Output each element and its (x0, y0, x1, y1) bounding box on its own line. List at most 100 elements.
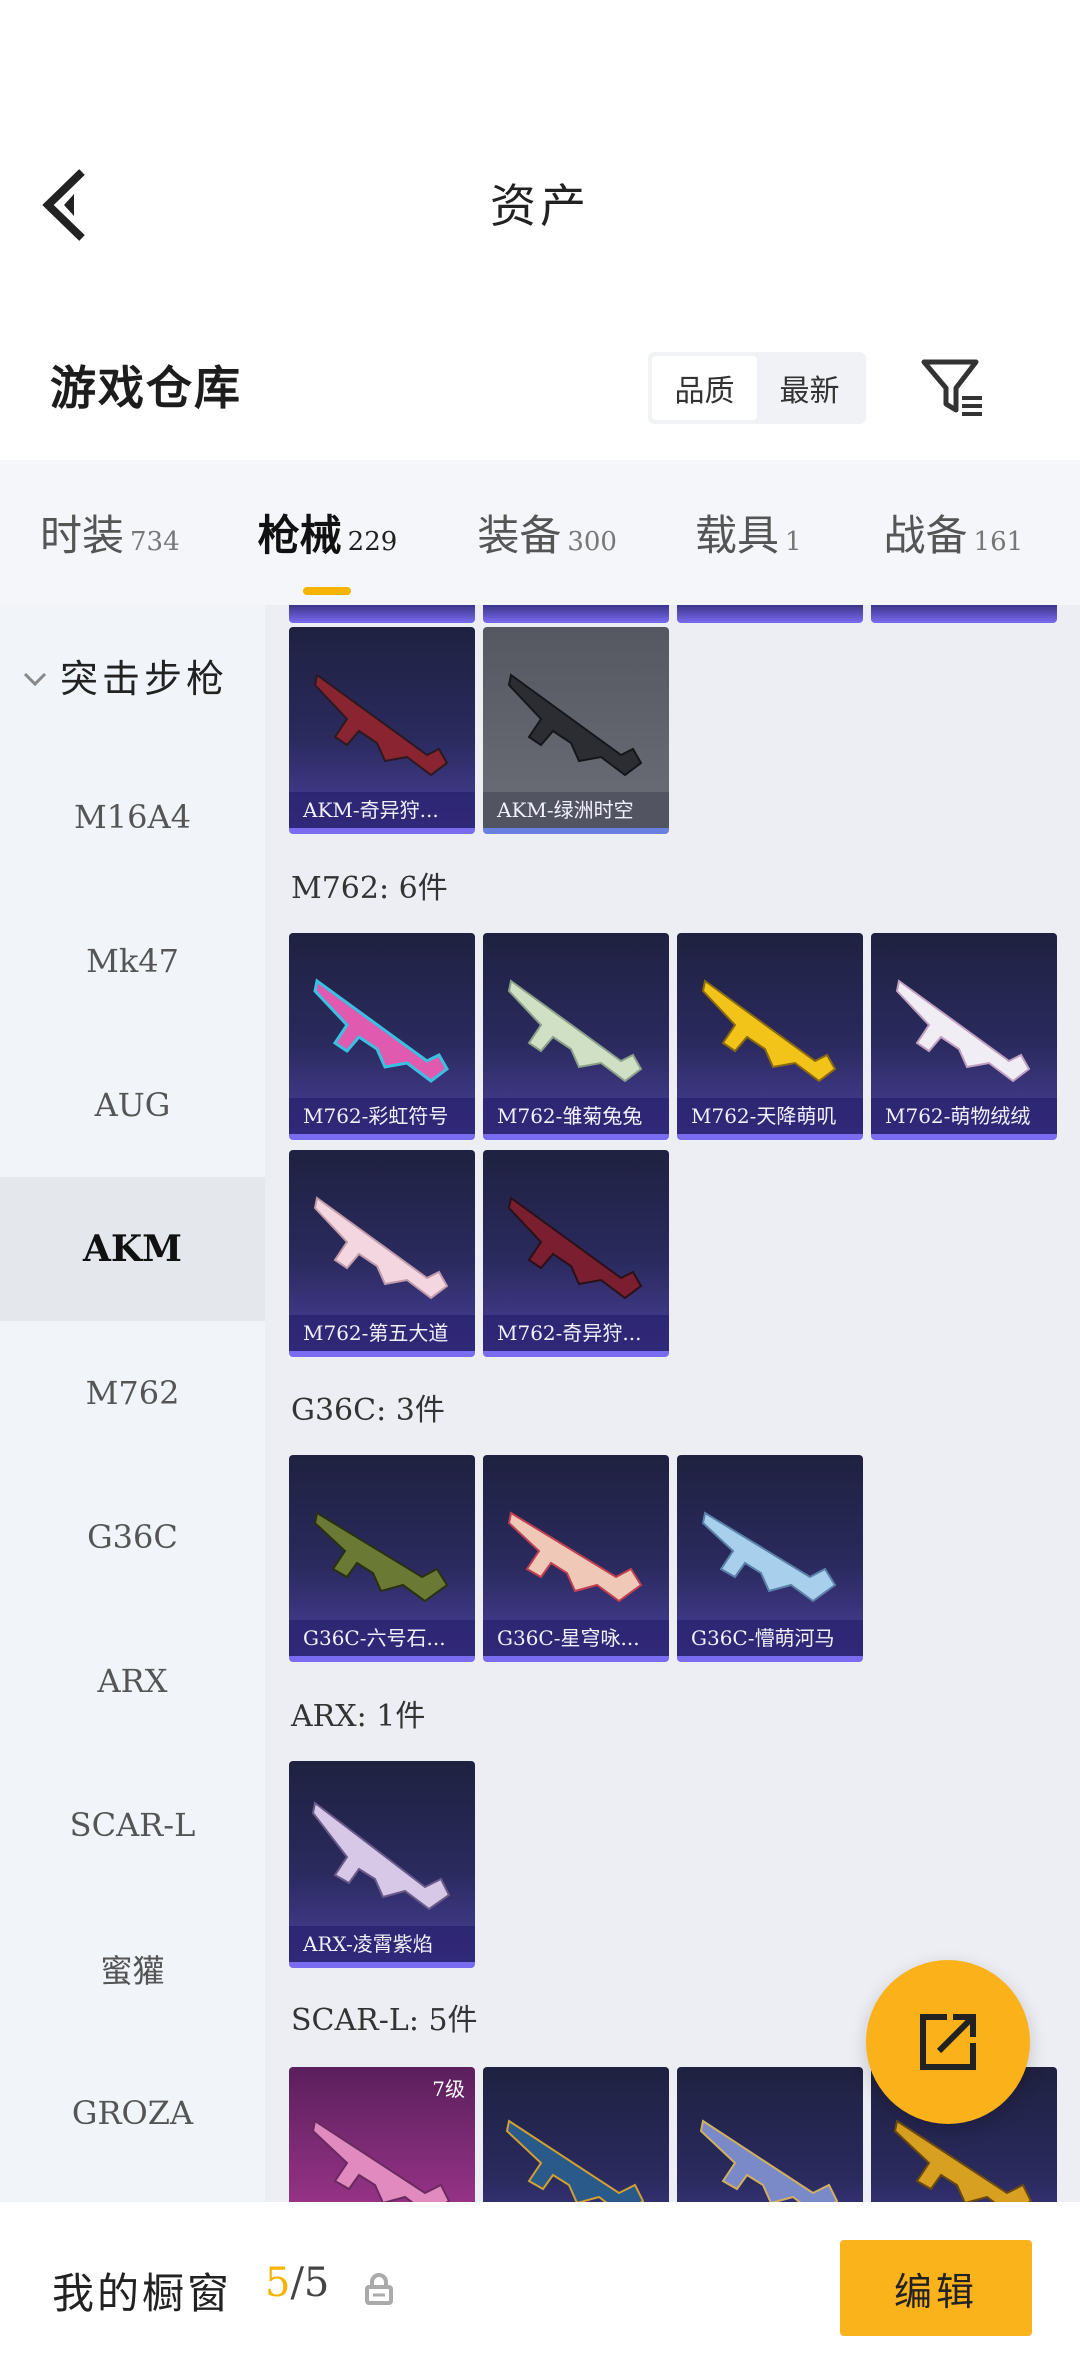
sidebar-item-m762[interactable]: M762 (0, 1321, 265, 1465)
showcase-count-total: /5 (290, 2260, 330, 2306)
sidebar-item-scar-l[interactable]: SCAR-L (0, 1753, 265, 1897)
section-label-m762: M762: 6件 (291, 871, 448, 906)
skin-card[interactable]: M762-天降萌叽 (677, 933, 863, 1140)
rifle-icon (311, 1801, 451, 1911)
skin-name: M762-雏菊兔兔 (483, 1098, 669, 1134)
sidebar-item-aug[interactable]: AUG (0, 1033, 265, 1177)
tab-count: 161 (973, 527, 1024, 557)
sidebar-item-arx[interactable]: ARX (0, 1609, 265, 1753)
sort-toggle: 品质 最新 (648, 352, 866, 424)
tab-equipment[interactable]: 装备 300 (477, 502, 617, 563)
tab-count: 734 (130, 527, 180, 557)
skin-card[interactable]: M762-彩虹符号 (289, 933, 475, 1140)
sort-quality[interactable]: 品质 (652, 356, 757, 420)
skin-card[interactable]: G36C-星穹咏... (483, 1455, 669, 1662)
skin-name: M762-奇异狩... (483, 1315, 669, 1351)
skin-name: M762-天降萌叽 (677, 1098, 863, 1134)
section-label-scar-l: SCAR-L: 5件 (291, 2003, 478, 2038)
skin-name: G36C-懵萌河马 (677, 1620, 863, 1656)
page-title: 资产 (490, 179, 590, 233)
sidebar-item-akm[interactable]: AKM (0, 1177, 265, 1321)
rifle-icon (507, 979, 643, 1083)
skin-name: M762-彩虹符号 (289, 1098, 475, 1134)
skin-card[interactable]: G36C-六号石... (289, 1455, 475, 1662)
skin-name: AKM-绿洲时空 (483, 792, 669, 828)
skin-card[interactable] (677, 2067, 863, 2202)
tab-fashion[interactable]: 时装 734 (40, 502, 180, 563)
share-button[interactable] (866, 1960, 1030, 2124)
rifle-icon (507, 673, 643, 777)
sidebar-item-mk47[interactable]: Mk47 (0, 889, 265, 1033)
m762-row-1: M762-彩虹符号 M762-雏菊兔兔 M762-天降萌叽 M762-萌物绒绒 (289, 933, 1057, 1140)
sidebar-item-m16a4[interactable]: M16A4 (0, 745, 265, 889)
sidebar-group-assault-rifles[interactable]: 突击步枪 (0, 605, 265, 745)
tab-label: 时装 (40, 511, 125, 560)
category-tabs: 时装 734 枪械 229 装备 300 载具 1 战备 161 (0, 460, 1080, 605)
skin-card[interactable]: 7级 (289, 2067, 475, 2202)
sidebar-group-label: 突击步枪 (60, 656, 229, 701)
warehouse-title: 游戏仓库 (50, 361, 242, 415)
edit-button[interactable]: 编辑 (840, 2240, 1032, 2336)
rifle-icon (699, 2119, 839, 2202)
arx-row: ARX-凌霄紫焰 (289, 1761, 475, 1968)
g36c-row: G36C-六号石... G36C-星穹咏... G36C-懵萌河马 (289, 1455, 863, 1662)
tab-count: 300 (567, 527, 617, 557)
tab-count: 229 (347, 527, 398, 557)
lock-icon[interactable] (364, 2272, 394, 2306)
tab-supplies[interactable]: 战备 161 (884, 502, 1024, 563)
share-icon (920, 2014, 976, 2070)
section-label-g36c: G36C: 3件 (291, 1393, 445, 1428)
sidebar-item-groza[interactable]: GROZA (0, 2041, 265, 2185)
skin-name: G36C-星穹咏... (483, 1620, 669, 1656)
rifle-icon (313, 1511, 449, 1603)
rifle-icon (313, 978, 449, 1083)
card-stub (871, 605, 1057, 623)
filter-button[interactable] (918, 352, 988, 422)
card-stub (677, 605, 863, 623)
skin-name: M762-第五大道 (289, 1315, 475, 1351)
weapon-sidebar: 突击步枪 M16A4 Mk47 AUG AKM M762 G36C ARX SC… (0, 605, 265, 2202)
chevron-down-icon (22, 653, 48, 697)
skin-card[interactable]: AKM-奇异狩... (289, 627, 475, 834)
tab-active-indicator (303, 587, 352, 595)
skin-card[interactable] (483, 2067, 669, 2202)
rifle-icon (505, 2119, 645, 2202)
tab-label: 战备 (883, 511, 968, 560)
card-stub (289, 605, 475, 623)
tab-guns[interactable]: 枪械 229 (257, 502, 398, 595)
rifle-icon (311, 2119, 451, 2202)
section-label-arx: ARX: 1件 (291, 1699, 426, 1734)
rifle-icon (313, 673, 449, 777)
rifle-icon (313, 1196, 449, 1300)
rifle-icon (701, 1511, 837, 1603)
cut-off-row (289, 605, 1057, 623)
skin-card[interactable]: M762-萌物绒绒 (871, 933, 1057, 1140)
top-bar: 资产 (0, 0, 1080, 300)
skin-card[interactable]: M762-奇异狩... (483, 1150, 669, 1357)
sidebar-item-honey-badger[interactable]: 蜜獾 (0, 1897, 265, 2041)
rifle-icon (507, 1511, 643, 1603)
tab-label: 装备 (477, 511, 562, 560)
skin-card[interactable]: M762-雏菊兔兔 (483, 933, 669, 1140)
skin-card[interactable]: G36C-懵萌河马 (677, 1455, 863, 1662)
skin-card[interactable]: AKM-绿洲时空 (483, 627, 669, 834)
tab-count: 1 (784, 527, 802, 557)
sidebar-item-g36c[interactable]: G36C (0, 1465, 265, 1609)
card-stub (483, 605, 669, 623)
tab-vehicles[interactable]: 载具 1 (695, 502, 802, 563)
filter-icon (921, 359, 982, 416)
showcase-label: 我的橱窗 (52, 2269, 233, 2318)
akm-row: AKM-奇异狩... AKM-绿洲时空 (289, 627, 669, 834)
skin-name: AKM-奇异狩... (289, 792, 475, 828)
skin-name: ARX-凌霄紫焰 (289, 1926, 475, 1962)
sort-newest[interactable]: 最新 (757, 356, 862, 420)
tab-label: 载具 (694, 511, 779, 560)
rifle-icon (507, 1196, 643, 1300)
tab-label: 枪械 (257, 511, 342, 560)
skin-card[interactable]: M762-第五大道 (289, 1150, 475, 1357)
rifle-icon (895, 979, 1031, 1083)
skin-card[interactable]: ARX-凌霄紫焰 (289, 1761, 475, 1968)
showcase-bar: 我的橱窗 5/5 编辑 (0, 2202, 1080, 2373)
skin-name: G36C-六号石... (289, 1620, 475, 1656)
rifle-icon (701, 979, 837, 1083)
